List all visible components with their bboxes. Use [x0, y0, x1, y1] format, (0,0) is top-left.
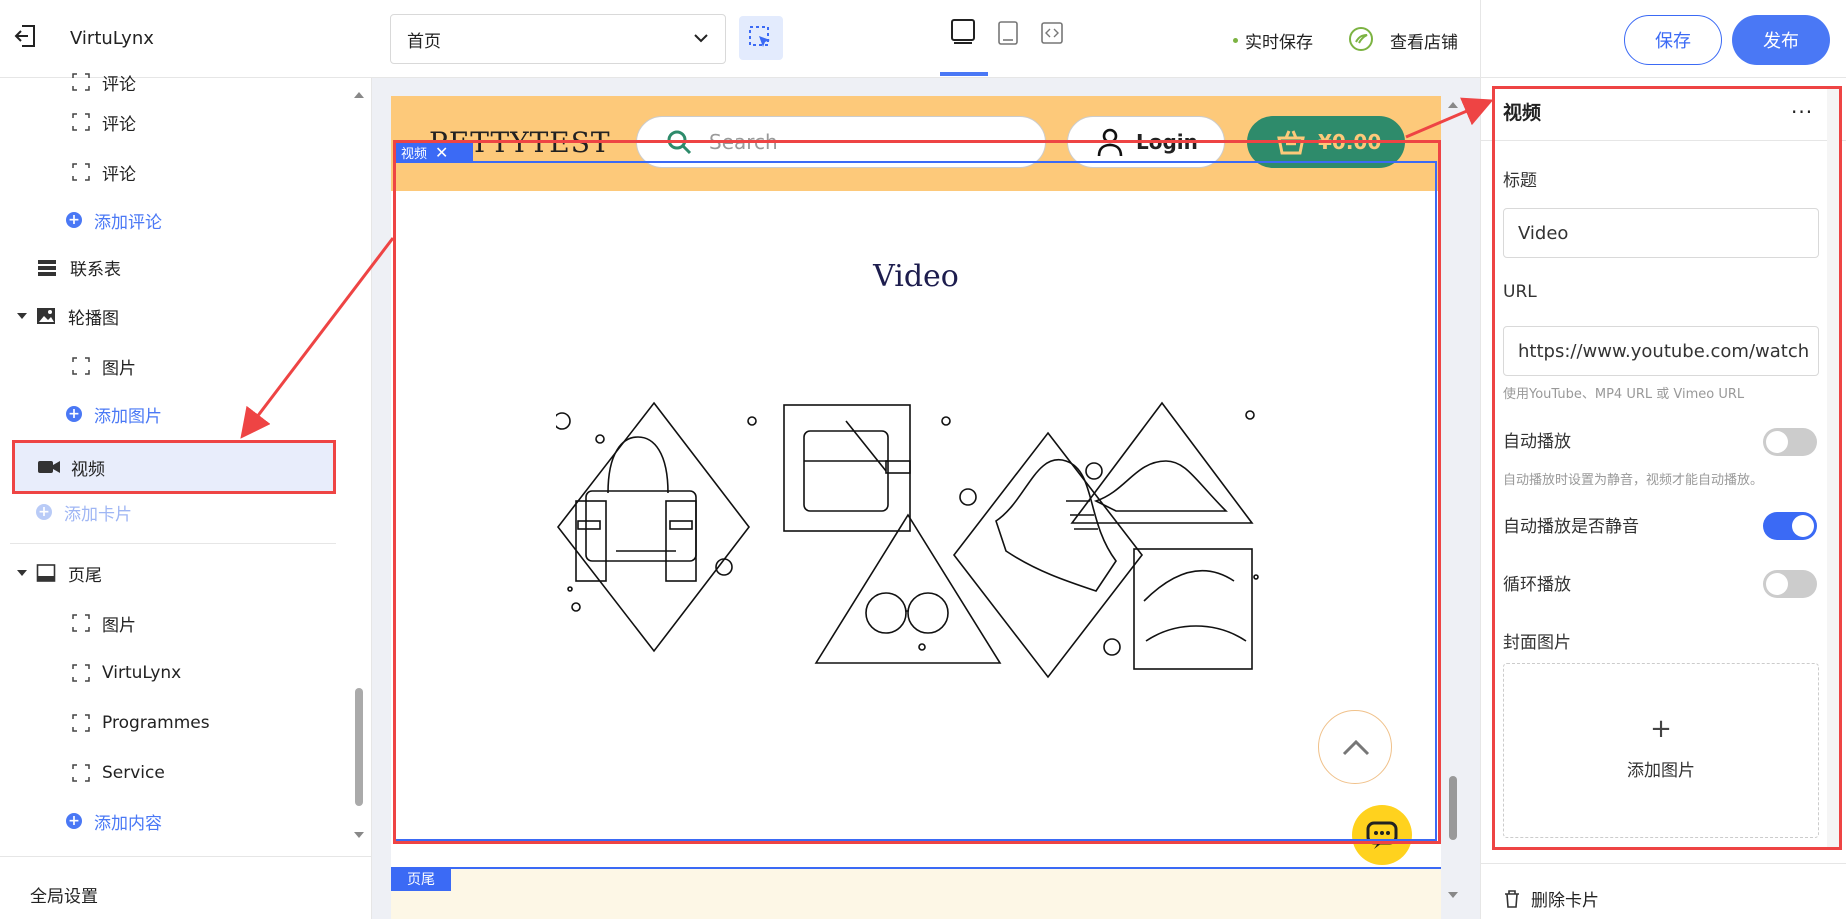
annotation-arrows	[240, 97, 1494, 439]
